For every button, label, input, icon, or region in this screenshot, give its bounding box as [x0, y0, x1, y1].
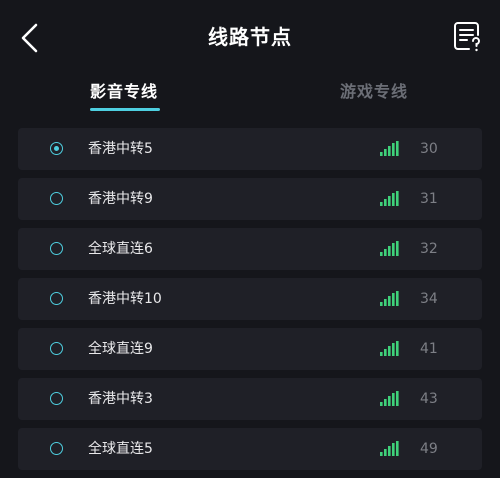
- node-name: 香港中转5: [88, 141, 153, 157]
- node-row[interactable]: 香港中转5 30: [18, 128, 482, 170]
- node-latency: 34: [420, 291, 438, 307]
- signal-bar: [384, 399, 387, 406]
- signal-bar: [384, 299, 387, 306]
- signal-bars-icon: [380, 341, 399, 356]
- radio-selected-dot: [54, 146, 59, 151]
- signal-bar: [388, 446, 391, 456]
- signal-bar: [380, 352, 383, 356]
- node-help-button[interactable]: [452, 20, 486, 54]
- node-list: 香港中转5 30 香港中转9 31 全球直连6 32 香港中转10 34 全球直连9 41 香港中转…: [18, 128, 482, 478]
- node-row[interactable]: 香港中转10 34: [18, 278, 482, 320]
- node-row[interactable]: 全球直连9 41: [18, 328, 482, 370]
- signal-bar: [388, 396, 391, 406]
- signal-bar: [392, 243, 395, 256]
- signal-bar: [392, 193, 395, 206]
- node-latency: 32: [420, 241, 438, 257]
- signal-bars-icon: [380, 441, 399, 456]
- signal-bars-icon: [380, 391, 399, 406]
- node-row[interactable]: 全球直连5 49: [18, 428, 482, 470]
- signal-bars-icon: [380, 191, 399, 206]
- tab-game-line[interactable]: 游戏专线: [340, 80, 408, 104]
- signal-bar: [396, 341, 399, 356]
- signal-bar: [392, 143, 395, 156]
- signal-bar: [380, 152, 383, 156]
- node-latency: 31: [420, 191, 438, 207]
- node-radio[interactable]: [50, 392, 63, 405]
- page-title: 线路节点: [208, 25, 292, 49]
- node-latency: 43: [420, 391, 438, 407]
- signal-bar: [392, 293, 395, 306]
- node-name: 香港中转9: [88, 191, 153, 207]
- node-name: 全球直连5: [88, 441, 153, 457]
- node-radio[interactable]: [50, 142, 63, 155]
- signal-bar: [380, 402, 383, 406]
- signal-bar: [384, 349, 387, 356]
- signal-bar: [392, 393, 395, 406]
- signal-bar: [388, 296, 391, 306]
- node-radio[interactable]: [50, 242, 63, 255]
- signal-bars-icon: [380, 141, 399, 156]
- signal-bar: [396, 191, 399, 206]
- node-row[interactable]: 香港中转3 43: [18, 378, 482, 420]
- tab-video-line[interactable]: 影音专线: [90, 80, 158, 104]
- signal-bar: [384, 249, 387, 256]
- node-name: 香港中转3: [88, 391, 153, 407]
- node-name: 香港中转10: [88, 291, 162, 307]
- signal-bar: [388, 346, 391, 356]
- signal-bar: [396, 441, 399, 456]
- node-latency: 41: [420, 341, 438, 357]
- line-type-tabs: 影音专线 游戏专线: [0, 76, 500, 116]
- node-latency: 30: [420, 141, 438, 157]
- node-radio[interactable]: [50, 192, 63, 205]
- node-row[interactable]: 全球直连6 32: [18, 228, 482, 270]
- signal-bar: [392, 443, 395, 456]
- signal-bar: [392, 343, 395, 356]
- node-latency: 49: [420, 441, 438, 457]
- signal-bar: [380, 252, 383, 256]
- signal-bar: [384, 449, 387, 456]
- signal-bar: [388, 146, 391, 156]
- node-name: 全球直连6: [88, 241, 153, 257]
- signal-bars-icon: [380, 241, 399, 256]
- signal-bar: [388, 246, 391, 256]
- signal-bar: [380, 452, 383, 456]
- signal-bar: [396, 291, 399, 306]
- signal-bar: [384, 149, 387, 156]
- node-radio[interactable]: [50, 292, 63, 305]
- signal-bar: [384, 199, 387, 206]
- signal-bar: [396, 141, 399, 156]
- signal-bar: [380, 302, 383, 306]
- document-question-icon: [454, 22, 480, 52]
- node-radio[interactable]: [50, 442, 63, 455]
- node-radio[interactable]: [50, 342, 63, 355]
- signal-bar: [388, 196, 391, 206]
- signal-bar: [380, 202, 383, 206]
- node-row[interactable]: 香港中转9 31: [18, 178, 482, 220]
- node-name: 全球直连9: [88, 341, 153, 357]
- active-tab-indicator: [90, 108, 160, 111]
- signal-bar: [396, 241, 399, 256]
- signal-bar: [396, 391, 399, 406]
- top-bar: 线路节点: [0, 0, 500, 76]
- signal-bars-icon: [380, 291, 399, 306]
